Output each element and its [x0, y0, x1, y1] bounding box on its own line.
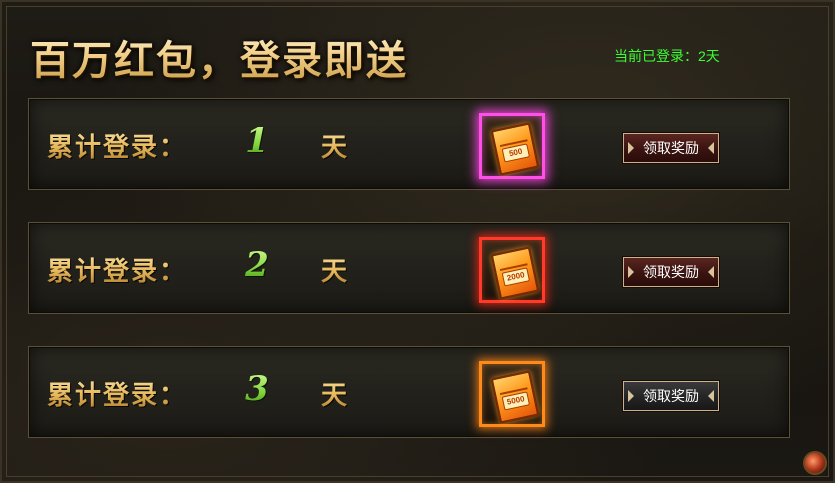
claim-reward-button[interactable]: 领取奖励 — [622, 380, 720, 412]
reward-row-day-3: 累计登录： 3 天 5000 领取奖励 — [28, 346, 790, 438]
envelope-value-tag: 500 — [501, 143, 531, 163]
login-day-count: 1 — [237, 121, 277, 161]
cumulative-login-label: 累计登录： — [47, 375, 187, 412]
envelope-value-tag: 2000 — [501, 267, 531, 287]
red-envelope-icon: 5000 — [490, 370, 540, 424]
arrow-right-icon — [708, 390, 714, 402]
reward-item-slot[interactable]: 500 — [479, 113, 545, 179]
claim-reward-button[interactable]: 领取奖励 — [622, 256, 720, 288]
arrow-right-icon — [708, 142, 714, 154]
cumulative-login-label: 累计登录： — [47, 127, 187, 164]
red-envelope-icon: 500 — [490, 122, 540, 176]
corner-ornament-icon — [803, 451, 827, 475]
login-day-count: 3 — [237, 369, 277, 409]
reward-row-day-2: 累计登录： 2 天 2000 领取奖励 — [28, 222, 790, 314]
login-status: 当前已登录：2天 — [614, 46, 720, 66]
reward-item-slot[interactable]: 2000 — [479, 237, 545, 303]
claim-reward-label: 领取奖励 — [643, 388, 699, 404]
day-unit-label: 天 — [321, 127, 347, 164]
arrow-left-icon — [628, 266, 634, 278]
cumulative-login-label: 累计登录： — [47, 251, 187, 288]
login-status-label: 当前已登录： — [614, 48, 698, 64]
login-reward-panel: 百万红包，登录即送 当前已登录：2天 累计登录： 1 天 500 领取奖励 累计… — [0, 0, 835, 483]
claim-reward-label: 领取奖励 — [643, 264, 699, 280]
reward-row-day-1: 累计登录： 1 天 500 领取奖励 — [28, 98, 790, 190]
arrow-left-icon — [628, 142, 634, 154]
login-status-value: 2天 — [698, 48, 720, 64]
claim-reward-label: 领取奖励 — [643, 140, 699, 156]
envelope-value-tag: 5000 — [501, 391, 531, 411]
arrow-left-icon — [628, 390, 634, 402]
day-unit-label: 天 — [321, 251, 347, 288]
red-envelope-icon: 2000 — [490, 246, 540, 300]
page-title: 百万红包，登录即送 — [30, 28, 408, 86]
arrow-right-icon — [708, 266, 714, 278]
claim-reward-button[interactable]: 领取奖励 — [622, 132, 720, 164]
login-day-count: 2 — [237, 245, 277, 285]
day-unit-label: 天 — [321, 375, 347, 412]
reward-item-slot[interactable]: 5000 — [479, 361, 545, 427]
